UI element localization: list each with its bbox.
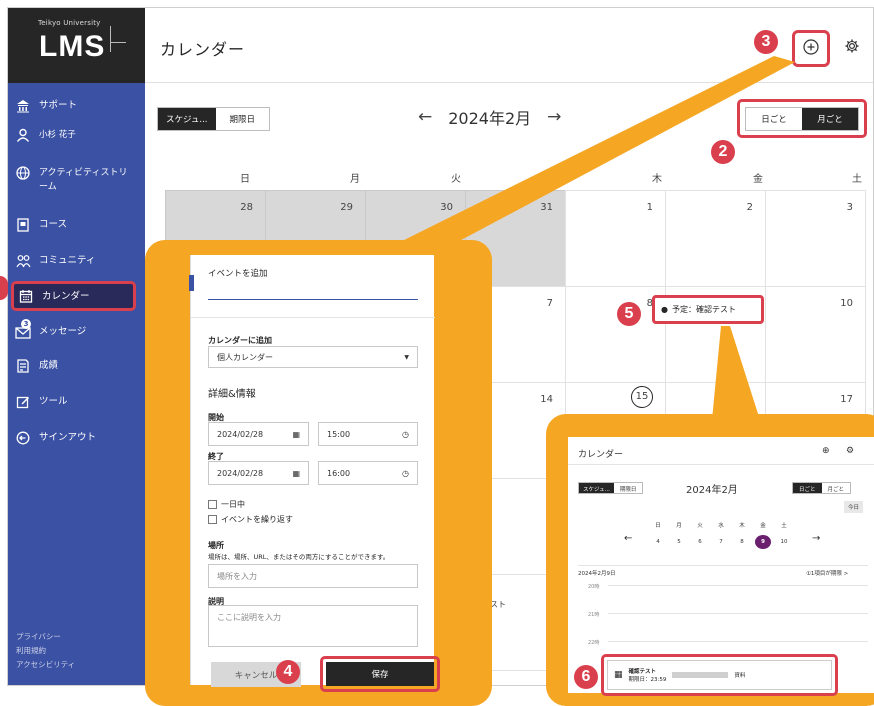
step-badge-3: 3: [754, 30, 778, 54]
preview-day[interactable]: 月5: [671, 521, 687, 549]
preview-day[interactable]: 土 10: [776, 521, 792, 549]
start-time-input[interactable]: 15:00 ◷: [318, 422, 418, 446]
hour-label: 20時: [588, 584, 600, 590]
description-input[interactable]: ここに説明を入力: [208, 605, 418, 647]
plus-circle-icon[interactable]: ⊕: [822, 446, 830, 456]
save-button[interactable]: 保存: [326, 662, 434, 686]
clock-icon: ◷: [402, 468, 409, 478]
step-badge-6: 6: [574, 665, 598, 689]
preview-date-label: 2024年2月9日: [578, 571, 616, 577]
preview-due-link[interactable]: ①1項目が期限 >: [806, 569, 848, 577]
preview-day[interactable]: 水7: [713, 521, 729, 549]
preview-prev-icon[interactable]: ←: [624, 533, 632, 544]
add-event-dialog: イベントを追加 カレンダーに追加 個人カレンダー ▼ 詳細&情報 開始 2024/…: [189, 255, 440, 692]
preview-title: カレンダー: [578, 450, 624, 460]
preview-scope-toggle: 日ごと 月ごと: [792, 482, 852, 494]
preview-day[interactable]: 火6: [692, 521, 708, 549]
step-badge-2: 2: [711, 140, 735, 164]
gear-icon[interactable]: ⚙: [846, 446, 854, 456]
preview-day[interactable]: 金9: [755, 521, 771, 549]
repeat-checkbox[interactable]: イベントを繰り返す: [208, 514, 293, 525]
dropdown-caret-icon: ▼: [404, 353, 409, 361]
details-heading: 詳細&情報: [208, 389, 256, 400]
hour-label: 21時: [588, 612, 600, 618]
location-hint: 場所は、場所、URL、またはその両方にすることができます。: [208, 553, 390, 561]
today-button[interactable]: 今日: [844, 501, 864, 513]
dialog-title: イベントを追加: [208, 269, 268, 279]
calendar-select[interactable]: 個人カレンダー ▼: [208, 346, 418, 368]
calendar-icon: ▦: [292, 468, 300, 478]
end-date-input[interactable]: 2024/02/28 ▦: [208, 461, 309, 485]
end-time-input[interactable]: 16:00 ◷: [318, 461, 418, 485]
preview-view-toggle: スケジュ... 期限日: [578, 482, 644, 494]
add-to-calendar-label: カレンダーに追加: [208, 336, 272, 345]
location-label: 場所: [208, 541, 224, 550]
calendar-icon: ▦: [614, 670, 623, 680]
clock-icon: ◷: [402, 429, 409, 439]
preview-event-highlight: ▦ 確認テスト 期限日：23:59 資料: [601, 654, 838, 696]
all-day-checkbox[interactable]: 一日中: [208, 499, 245, 510]
location-input[interactable]: 場所を入力: [208, 564, 418, 588]
preview-event[interactable]: ▦ 確認テスト 期限日：23:59 資料: [607, 660, 832, 690]
preview-day[interactable]: 木8: [734, 521, 750, 549]
preview-next-icon[interactable]: →: [812, 533, 820, 544]
hour-label: 22時: [588, 640, 600, 646]
preview-day[interactable]: 日4: [650, 521, 666, 549]
calendar-icon: ▦: [292, 429, 300, 439]
start-date-input[interactable]: 2024/02/28 ▦: [208, 422, 309, 446]
preview-month: 2024年2月: [686, 485, 738, 496]
step-badge-5: 5: [617, 302, 641, 326]
step-badge-4: 4: [276, 660, 300, 684]
